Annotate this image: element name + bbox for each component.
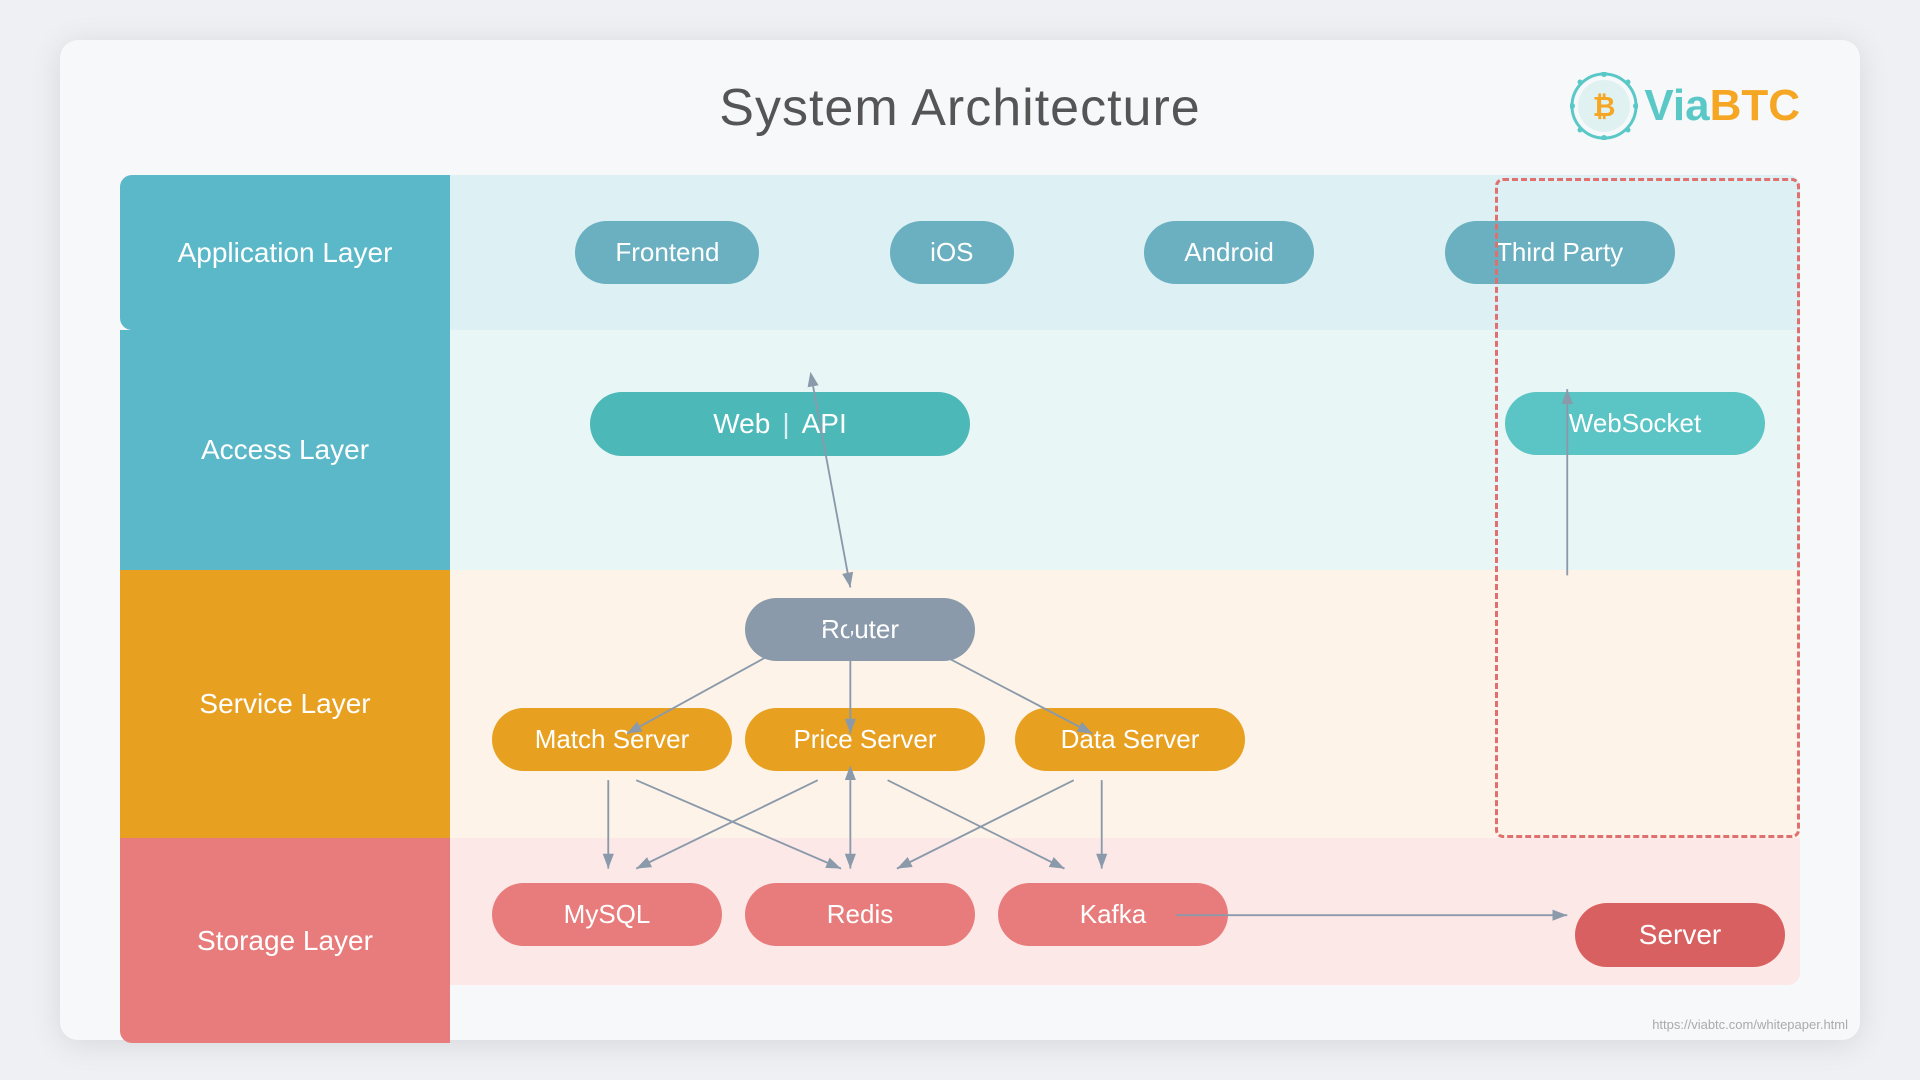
data-server-container: Data Server (1015, 708, 1245, 771)
kafka-container: Kafka (998, 883, 1228, 946)
websocket-container: WebSocket (1505, 392, 1765, 455)
logo-icon: ₿ (1570, 72, 1638, 140)
storage-row: MySQL Redis Kafka Server (450, 838, 1800, 985)
android-pill: Android (1144, 221, 1314, 284)
match-server-pill: Match Server (492, 708, 732, 771)
svg-text:₿: ₿ (1593, 91, 1616, 122)
access-layer-label: Access Layer (120, 330, 450, 570)
service-row: Router Match Server Price Server Data Se… (450, 570, 1800, 838)
access-row: Web | API WebSocket (450, 330, 1800, 570)
third-party-pill: Third Party (1445, 221, 1675, 284)
content-area: Frontend iOS Android Third Party Web | A… (450, 175, 1800, 985)
watermark: https://viabtc.com/whitepaper.html (1652, 1017, 1848, 1032)
logo: ₿ ViaBTC (1570, 72, 1800, 140)
layer-labels: Application Layer Access Layer Service L… (120, 175, 450, 985)
redis-container: Redis (745, 883, 975, 946)
price-server-pill: Price Server (745, 708, 985, 771)
mysql-container: MySQL (492, 883, 722, 946)
service-layer-label: Service Layer (120, 570, 450, 838)
server-container: Server (1575, 903, 1785, 967)
redis-pill: Redis (745, 883, 975, 946)
router-container: Router (745, 598, 975, 661)
main-card: System Architecture ₿ ViaBTC Application… (60, 40, 1860, 1040)
mysql-pill: MySQL (492, 883, 722, 946)
webapi-pill: Web | API (590, 392, 970, 456)
application-layer-label: Application Layer (120, 175, 450, 330)
architecture-diagram: Application Layer Access Layer Service L… (120, 175, 1800, 985)
kafka-pill: Kafka (998, 883, 1228, 946)
application-row: Frontend iOS Android Third Party (450, 175, 1800, 330)
frontend-pill: Frontend (575, 221, 759, 284)
ios-pill: iOS (890, 221, 1013, 284)
websocket-pill: WebSocket (1505, 392, 1765, 455)
server-pill: Server (1575, 903, 1785, 967)
storage-layer-label: Storage Layer (120, 838, 450, 1043)
logo-via: ViaBTC (1644, 81, 1800, 131)
router-pill: Router (745, 598, 975, 661)
price-server-container: Price Server (745, 708, 985, 771)
data-server-pill: Data Server (1015, 708, 1245, 771)
webapi-container: Web | API (590, 392, 970, 456)
match-server-container: Match Server (492, 708, 732, 771)
